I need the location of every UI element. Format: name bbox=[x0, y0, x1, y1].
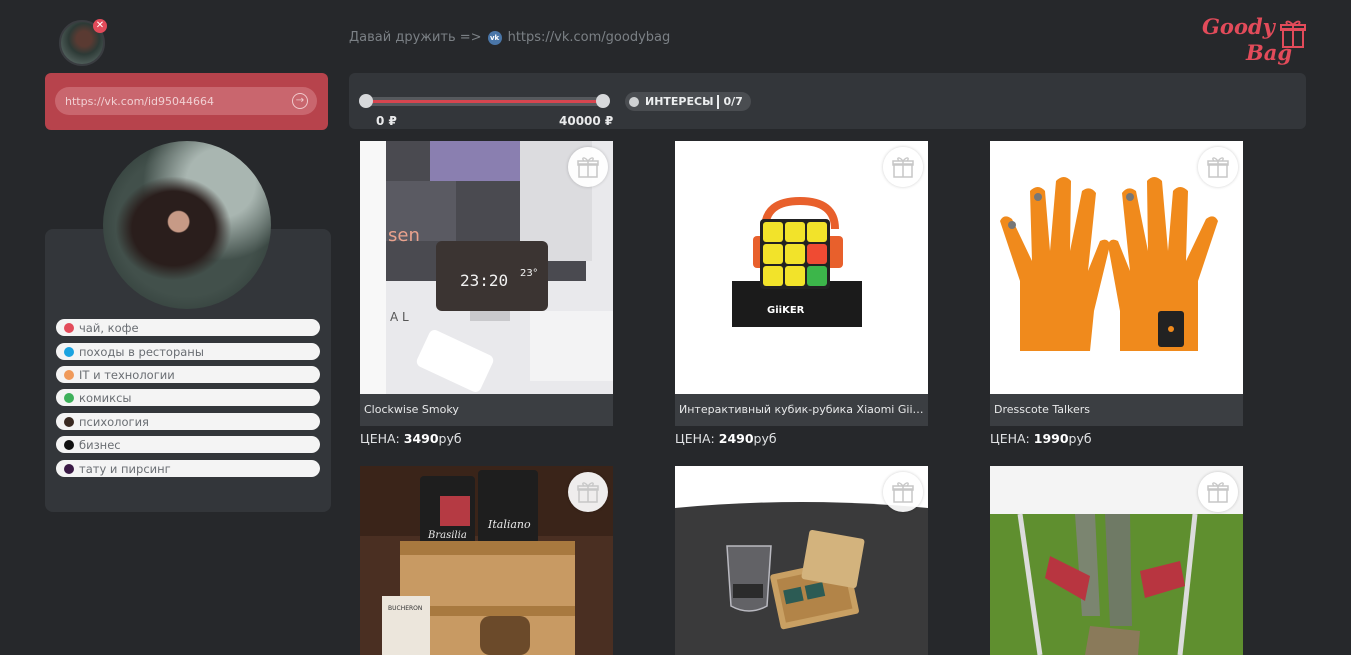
svg-text:Brasilia: Brasilia bbox=[427, 530, 467, 541]
toggle-knob bbox=[629, 96, 639, 107]
product-card[interactable] bbox=[675, 466, 928, 655]
add-gift-button[interactable] bbox=[568, 147, 608, 187]
product-name[interactable]: Clockwise Smoky bbox=[360, 394, 613, 426]
gift-icon bbox=[892, 482, 914, 503]
price-value: 3490 bbox=[403, 431, 439, 446]
divider bbox=[717, 94, 720, 109]
interest-label: походы в рестораны bbox=[79, 344, 204, 359]
svg-text:23°: 23° bbox=[520, 268, 538, 279]
gift-icon bbox=[577, 157, 599, 178]
interest-color-dot bbox=[64, 416, 74, 427]
price-min-label: 0 ₽ bbox=[376, 114, 397, 128]
product-name[interactable]: Интерактивный кубик-рубика Xiaomi Giiker bbox=[675, 394, 928, 426]
profile-url-input[interactable] bbox=[55, 87, 317, 115]
svg-text:A L: A L bbox=[390, 310, 409, 324]
price-prefix: ЦЕНА: bbox=[675, 431, 715, 446]
product-image[interactable] bbox=[990, 141, 1243, 394]
submit-arrow-icon[interactable]: → bbox=[292, 93, 308, 109]
product-image[interactable]: 23:20 23° A L sen bbox=[360, 141, 613, 394]
gift-icon bbox=[1207, 157, 1229, 178]
product-image[interactable] bbox=[675, 466, 928, 655]
interest-label: IT и технологии bbox=[79, 367, 175, 382]
gift-icon bbox=[892, 157, 914, 178]
filter-bar: 0 ₽ 40000 ₽ ИНТЕРЕСЫ 0/7 bbox=[349, 73, 1306, 129]
price-prefix: ЦЕНА: bbox=[360, 431, 400, 446]
user-avatar-large bbox=[103, 141, 271, 309]
svg-text:23:20: 23:20 bbox=[460, 271, 508, 290]
interest-label: комиксы bbox=[79, 390, 132, 405]
svg-text:BUCHERON: BUCHERON bbox=[388, 605, 422, 612]
svg-text:Italiano: Italiano bbox=[487, 518, 531, 531]
interest-tag[interactable]: чай, кофе bbox=[56, 319, 320, 336]
interest-color-dot bbox=[64, 369, 74, 380]
interest-color-dot bbox=[64, 322, 74, 333]
price-min-handle[interactable] bbox=[359, 94, 373, 108]
price-prefix: ЦЕНА: bbox=[990, 431, 1030, 446]
interest-tag[interactable]: тату и пирсинг bbox=[56, 460, 320, 477]
product-price: ЦЕНА: 3490руб bbox=[360, 431, 613, 446]
price-max-handle[interactable] bbox=[596, 94, 610, 108]
interests-toggle[interactable]: ИНТЕРЕСЫ 0/7 bbox=[625, 92, 751, 111]
price-max-label: 40000 ₽ bbox=[559, 114, 614, 128]
interest-tag[interactable]: бизнес bbox=[56, 436, 320, 453]
price-value: 1990 bbox=[1033, 431, 1069, 446]
svg-text:sen: sen bbox=[388, 225, 420, 246]
product-image[interactable] bbox=[990, 466, 1243, 655]
gift-icon bbox=[577, 482, 599, 503]
interest-label: психология bbox=[79, 414, 149, 429]
price-range-fill bbox=[366, 100, 602, 103]
gift-logo-icon bbox=[1280, 20, 1306, 48]
add-gift-button[interactable] bbox=[1198, 147, 1238, 187]
interest-label: бизнес bbox=[79, 437, 121, 452]
product-name[interactable]: Dresscote Talkers bbox=[990, 394, 1243, 426]
profile-url-panel: → bbox=[45, 73, 328, 130]
interest-color-dot bbox=[64, 439, 74, 450]
vk-link[interactable]: https://vk.com/goodybag bbox=[508, 30, 671, 45]
interest-color-dot bbox=[64, 392, 74, 403]
product-card[interactable] bbox=[990, 466, 1243, 655]
product-price: ЦЕНА: 2490руб bbox=[675, 431, 928, 446]
logo-text-line1: Goody bbox=[1202, 14, 1275, 39]
add-gift-button[interactable] bbox=[568, 472, 608, 512]
product-card[interactable]: 23:20 23° A L sen Clockwise Smoky ЦЕНА: … bbox=[360, 141, 613, 446]
interest-label: чай, кофе bbox=[79, 320, 139, 335]
product-image[interactable]: GiiKER bbox=[675, 141, 928, 394]
interest-tag[interactable]: комиксы bbox=[56, 389, 320, 406]
product-card[interactable]: Brasilia Italiano BUCHERON bbox=[360, 466, 613, 655]
interest-tag[interactable]: психология bbox=[56, 413, 320, 430]
product-price: ЦЕНА: 1990руб bbox=[990, 431, 1243, 446]
add-gift-button[interactable] bbox=[883, 147, 923, 187]
vk-icon: vk bbox=[487, 30, 502, 45]
friend-promo: Давай дружить => vk https://vk.com/goody… bbox=[349, 30, 670, 45]
add-gift-button[interactable] bbox=[1198, 472, 1238, 512]
interest-color-dot bbox=[64, 346, 74, 357]
interest-color-dot bbox=[64, 463, 74, 474]
price-currency: руб bbox=[753, 431, 777, 446]
price-currency: руб bbox=[438, 431, 462, 446]
interests-count: 0/7 bbox=[723, 95, 743, 108]
price-value: 2490 bbox=[718, 431, 754, 446]
interest-tag[interactable]: IT и технологии bbox=[56, 366, 320, 383]
interest-tag[interactable]: походы в рестораны bbox=[56, 343, 320, 360]
product-card[interactable]: GiiKER Интерактивный кубик-рубика Xiaomi… bbox=[675, 141, 928, 446]
friend-text: Давай дружить => bbox=[349, 30, 482, 45]
goodybag-logo[interactable]: Goody Bag bbox=[1198, 12, 1308, 70]
svg-text:GiiKER: GiiKER bbox=[767, 305, 805, 316]
price-currency: руб bbox=[1068, 431, 1092, 446]
interest-label: тату и пирсинг bbox=[79, 461, 171, 476]
product-card[interactable]: Dresscote Talkers ЦЕНА: 1990руб bbox=[990, 141, 1243, 446]
product-image[interactable]: Brasilia Italiano BUCHERON bbox=[360, 466, 613, 655]
gift-icon bbox=[1207, 482, 1229, 503]
add-gift-button[interactable] bbox=[883, 472, 923, 512]
interests-toggle-label: ИНТЕРЕСЫ bbox=[645, 95, 714, 108]
close-icon[interactable]: ✕ bbox=[93, 19, 107, 33]
